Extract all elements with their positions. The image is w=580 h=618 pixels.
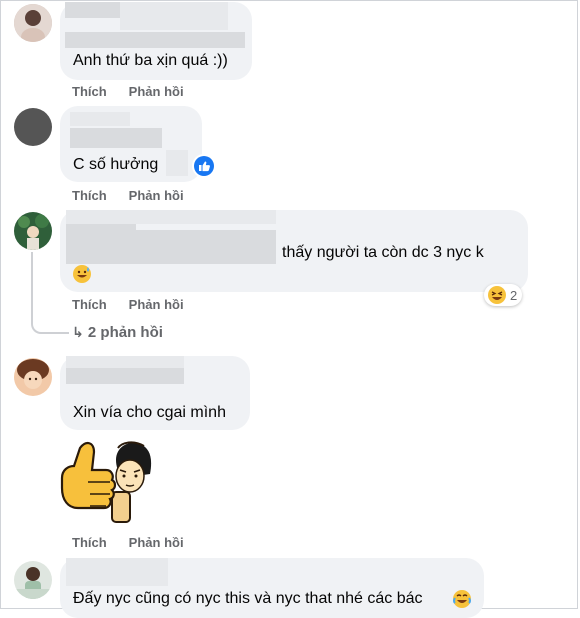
view-replies-link[interactable]: ↳ 2 phản hồi <box>72 324 163 341</box>
comment-text: Xin vía cho cgai mình <box>73 404 226 421</box>
reply-button[interactable]: Phản hồi <box>129 188 184 203</box>
blurred-name <box>166 150 188 176</box>
thread-line <box>31 252 33 318</box>
comment-text: Đấy nyc cũng có nyc this và nyc that nhé… <box>73 590 423 607</box>
reply-button[interactable]: Phản hồi <box>129 297 184 312</box>
comment-actions: Thích Phản hồi <box>72 535 184 550</box>
avatar[interactable] <box>14 358 52 396</box>
like-button[interactable]: Thích <box>72 535 107 550</box>
reply-arrow-icon: ↳ <box>72 324 84 340</box>
reply-button[interactable]: Phản hồi <box>129 535 184 550</box>
grinning-sweat-emoji <box>73 265 91 283</box>
comment-bubble: C số hưởng <box>60 106 202 182</box>
comment-bubble: Anh thứ ba xịn quá :)) <box>60 2 252 80</box>
like-button[interactable]: Thích <box>72 84 107 99</box>
comment-actions: Thích Phản hồi <box>72 188 184 203</box>
reaction-count: 2 <box>510 287 518 303</box>
comment-actions: Thích Phản hồi <box>72 84 184 99</box>
avatar-photo <box>14 561 52 599</box>
reaction-badge[interactable] <box>192 154 216 178</box>
blurred-name <box>70 112 130 126</box>
blurred-name <box>120 2 228 30</box>
comment-bubble: thấy người ta còn dc 3 nyc k <box>60 210 528 292</box>
comment-text: thấy người ta còn dc 3 nyc k <box>282 244 484 261</box>
comment-text: Anh thứ ba xịn quá :)) <box>73 52 228 69</box>
avatar-photo <box>14 358 52 396</box>
comment-actions: Thích Phản hồi <box>72 297 184 312</box>
avatar[interactable] <box>14 561 52 599</box>
thumbs-up-sticker <box>58 436 154 528</box>
thread-curve <box>31 318 69 334</box>
blurred-name <box>66 210 276 224</box>
reply-button[interactable]: Phản hồi <box>129 84 184 99</box>
blurred-name <box>66 368 184 384</box>
blurred-name <box>65 32 245 48</box>
sticker-image <box>60 441 152 523</box>
avatar[interactable] <box>14 4 52 42</box>
laughing-squint-emoji <box>488 286 506 304</box>
reaction-count-pill[interactable]: 2 <box>484 284 523 306</box>
blurred-name <box>66 230 276 264</box>
avatar-photo <box>14 4 52 42</box>
comment-bubble: Xin vía cho cgai mình <box>60 356 250 430</box>
like-button[interactable]: Thích <box>72 297 107 312</box>
like-icon <box>194 156 214 176</box>
blurred-name <box>66 558 168 586</box>
avatar[interactable] <box>14 212 52 250</box>
avatar-photo <box>14 212 52 250</box>
blurred-name <box>70 128 162 148</box>
comment-bubble: Đấy nyc cũng có nyc this và nyc that nhé… <box>60 558 484 618</box>
comment-text: C số hưởng <box>73 156 159 173</box>
like-button[interactable]: Thích <box>72 188 107 203</box>
crying-laughing-emoji <box>453 590 471 608</box>
avatar[interactable] <box>14 108 52 146</box>
